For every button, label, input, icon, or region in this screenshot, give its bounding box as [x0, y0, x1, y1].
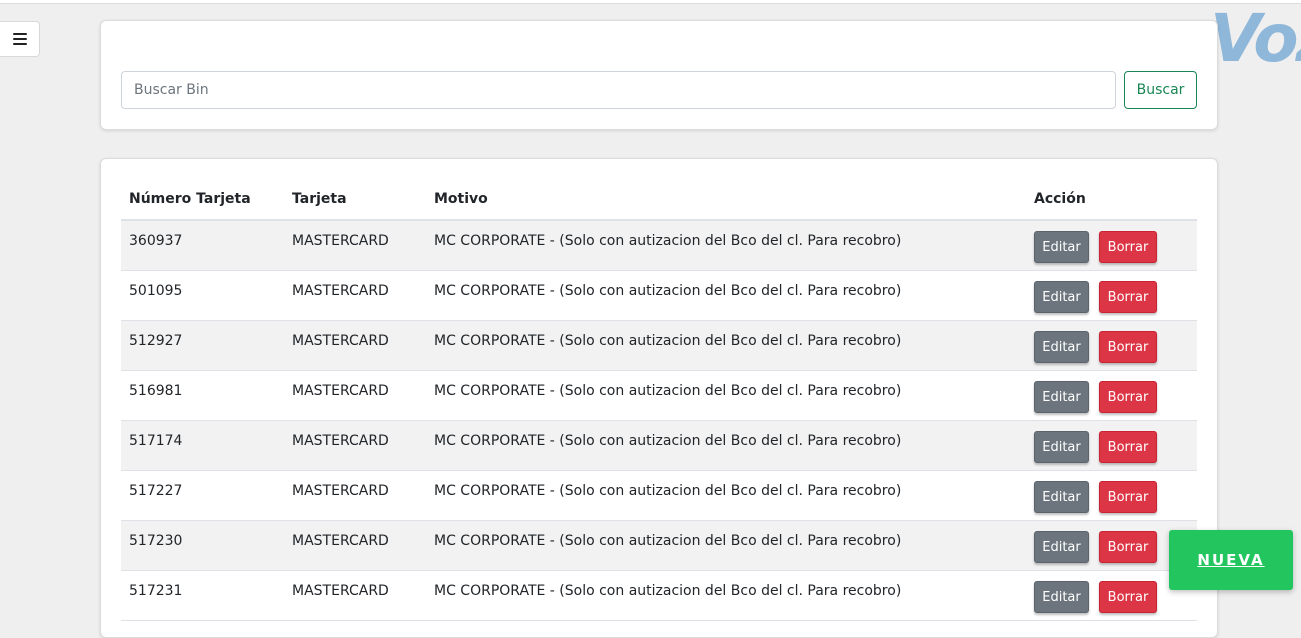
cell-tarjeta: MASTERCARD [292, 233, 389, 249]
edit-button[interactable]: Editar [1034, 331, 1089, 363]
table-row: 517231 MASTERCARD MC CORPORATE - (Solo con… [121, 571, 1197, 621]
cell-tarjeta: MASTERCARD [292, 383, 389, 399]
table-header: Número Tarjeta Tarjeta Motivo Acción [121, 181, 1197, 221]
hamburger-icon [12, 33, 27, 45]
cell-motivo: MC CORPORATE - (Solo con autizacion del … [434, 283, 902, 299]
delete-button[interactable]: Borrar [1099, 281, 1157, 313]
cell-motivo: MC CORPORATE - (Solo con autizacion del … [434, 333, 902, 349]
cell-tarjeta: MASTERCARD [292, 333, 389, 349]
table-row: 360937 MASTERCARD MC CORPORATE - (Solo con… [121, 221, 1197, 271]
delete-button[interactable]: Borrar [1099, 231, 1157, 263]
edit-button[interactable]: Editar [1034, 431, 1089, 463]
cell-numero-tarjeta: 517227 [129, 483, 183, 499]
cell-numero-tarjeta: 512927 [129, 333, 183, 349]
cell-numero-tarjeta: 516981 [129, 383, 183, 399]
search-card: Buscar [100, 20, 1218, 130]
cell-numero-tarjeta: 360937 [129, 233, 183, 249]
table-body: 360937 MASTERCARD MC CORPORATE - (Solo con… [121, 221, 1197, 621]
table-row: 517174 MASTERCARD MC CORPORATE - (Solo con… [121, 421, 1197, 471]
menu-toggle-button[interactable] [0, 21, 40, 57]
delete-button[interactable]: Borrar [1099, 381, 1157, 413]
header-accion: Acción [1034, 191, 1086, 207]
cell-motivo: MC CORPORATE - (Solo con autizacion del … [434, 533, 902, 549]
cell-motivo: MC CORPORATE - (Solo con autizacion del … [434, 483, 902, 499]
cell-tarjeta: MASTERCARD [292, 483, 389, 499]
search-button[interactable]: Buscar [1124, 71, 1197, 109]
cell-numero-tarjeta: 517231 [129, 583, 183, 599]
edit-button[interactable]: Editar [1034, 231, 1089, 263]
logo: Voz [1210, 0, 1301, 77]
header-tarjeta: Tarjeta [292, 191, 347, 207]
table-row: 517230 MASTERCARD MC CORPORATE - (Solo con… [121, 521, 1197, 571]
cell-numero-tarjeta: 517174 [129, 433, 183, 449]
search-input[interactable] [121, 71, 1116, 109]
edit-button[interactable]: Editar [1034, 531, 1089, 563]
cell-numero-tarjeta: 501095 [129, 283, 183, 299]
new-record-button[interactable]: NUEVA [1169, 530, 1293, 590]
cell-motivo: MC CORPORATE - (Solo con autizacion del … [434, 383, 902, 399]
edit-button[interactable]: Editar [1034, 281, 1089, 313]
edit-button[interactable]: Editar [1034, 381, 1089, 413]
delete-button[interactable]: Borrar [1099, 431, 1157, 463]
table-row: 512927 MASTERCARD MC CORPORATE - (Solo con… [121, 321, 1197, 371]
delete-button[interactable]: Borrar [1099, 331, 1157, 363]
table-row: 517227 MASTERCARD MC CORPORATE - (Solo con… [121, 471, 1197, 521]
cell-numero-tarjeta: 517230 [129, 533, 183, 549]
table-row: 516981 MASTERCARD MC CORPORATE - (Solo con… [121, 371, 1197, 421]
cell-motivo: MC CORPORATE - (Solo con autizacion del … [434, 233, 902, 249]
delete-button[interactable]: Borrar [1099, 481, 1157, 513]
top-divider [0, 0, 1301, 4]
header-motivo: Motivo [434, 191, 488, 207]
cell-tarjeta: MASTERCARD [292, 533, 389, 549]
cell-tarjeta: MASTERCARD [292, 433, 389, 449]
cell-motivo: MC CORPORATE - (Solo con autizacion del … [434, 583, 902, 599]
edit-button[interactable]: Editar [1034, 481, 1089, 513]
cell-tarjeta: MASTERCARD [292, 283, 389, 299]
delete-button[interactable]: Borrar [1099, 581, 1157, 613]
bin-table-card: Número Tarjeta Tarjeta Motivo Acción 360… [100, 158, 1218, 638]
bin-table: Número Tarjeta Tarjeta Motivo Acción 360… [121, 181, 1197, 621]
delete-button[interactable]: Borrar [1099, 531, 1157, 563]
cell-motivo: MC CORPORATE - (Solo con autizacion del … [434, 433, 902, 449]
edit-button[interactable]: Editar [1034, 581, 1089, 613]
header-numero-tarjeta: Número Tarjeta [129, 191, 251, 207]
cell-tarjeta: MASTERCARD [292, 583, 389, 599]
table-row: 501095 MASTERCARD MC CORPORATE - (Solo con… [121, 271, 1197, 321]
